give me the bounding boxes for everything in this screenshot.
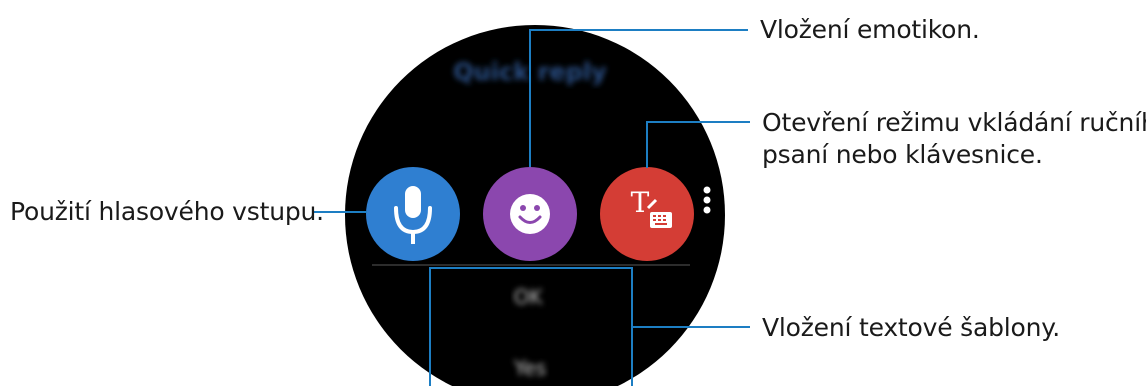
handwriting-keyboard-button[interactable]: T xyxy=(600,167,694,261)
callout-text-template: Vložení textové šablony. xyxy=(762,313,1061,342)
emoji-button[interactable] xyxy=(483,167,577,261)
svg-text:T: T xyxy=(631,186,650,219)
callout-handwriting-line1: Otevření režimu vkládání ručního xyxy=(762,108,1146,137)
more-options-icon[interactable] xyxy=(703,186,711,214)
blurred-list-item-1: OK xyxy=(514,285,544,309)
callout-voice-input: Použití hlasového vstupu. xyxy=(10,197,324,226)
blurred-list-item-2: Yes xyxy=(513,356,546,380)
callout-emoji: Vložení emotikon. xyxy=(760,15,980,44)
illustration: Quick reply OK Yes T Použití hlasového v… xyxy=(0,0,1146,390)
callout-handwriting-line2: psaní nebo klávesnice. xyxy=(762,140,1043,169)
voice-input-button[interactable] xyxy=(366,167,460,261)
smiley-icon xyxy=(510,194,550,234)
